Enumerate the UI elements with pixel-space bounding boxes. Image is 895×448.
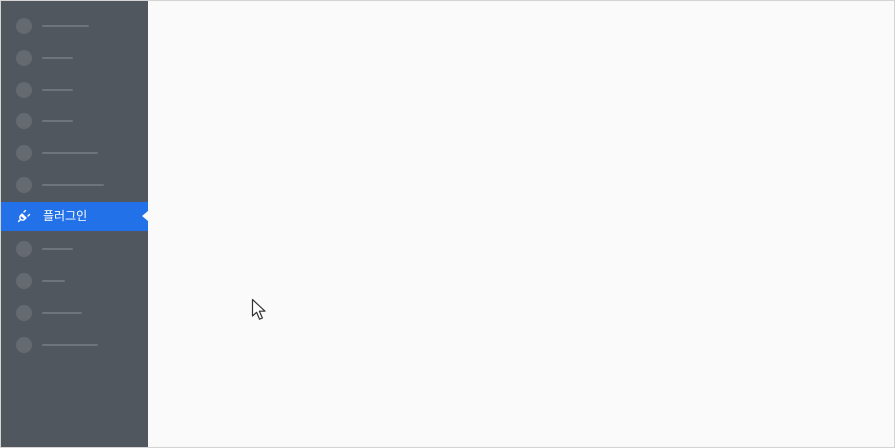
menu-label-placeholder [42, 248, 73, 250]
sidebar-item-placeholder[interactable] [1, 74, 148, 106]
menu-icon-placeholder [16, 82, 32, 98]
app-window: 플러그인 [0, 0, 895, 448]
sidebar-item-placeholder[interactable] [1, 329, 148, 361]
menu-label-placeholder [42, 312, 82, 314]
menu-label-placeholder [42, 152, 98, 154]
plugin-icon [17, 209, 31, 223]
sidebar-item-placeholder[interactable] [1, 105, 148, 137]
active-indicator [142, 211, 148, 221]
sidebar-item-placeholder[interactable] [1, 233, 148, 265]
menu-icon-placeholder [16, 337, 32, 353]
menu-icon-placeholder [16, 18, 32, 34]
menu-icon-placeholder [16, 273, 32, 289]
menu-icon-placeholder [16, 241, 32, 257]
sidebar-item-placeholder[interactable] [1, 265, 148, 297]
menu-icon-placeholder [16, 305, 32, 321]
menu-icon-placeholder [16, 177, 32, 193]
sidebar: 플러그인 [1, 1, 148, 447]
sidebar-item-placeholder[interactable] [1, 169, 148, 201]
sidebar-item-placeholder[interactable] [1, 137, 148, 169]
menu-label-placeholder [42, 184, 104, 186]
sidebar-item-placeholder[interactable] [1, 42, 148, 74]
sidebar-item-placeholder[interactable] [1, 297, 148, 329]
sidebar-item-plugins[interactable]: 플러그인 [1, 202, 148, 231]
mouse-pointer-icon [251, 298, 266, 320]
menu-icon-placeholder [16, 145, 32, 161]
menu-label-placeholder [42, 57, 73, 59]
menu-label-placeholder [42, 89, 73, 91]
menu-label-placeholder [42, 25, 89, 27]
sidebar-item-placeholder[interactable] [1, 10, 148, 42]
menu-label-placeholder [42, 280, 65, 282]
menu-icon-placeholder [16, 113, 32, 129]
menu-icon-placeholder [16, 50, 32, 66]
main-content [149, 1, 894, 447]
menu-label-placeholder [42, 344, 98, 346]
sidebar-item-plugins-label: 플러그인 [43, 209, 88, 223]
menu-label-placeholder [42, 120, 73, 122]
